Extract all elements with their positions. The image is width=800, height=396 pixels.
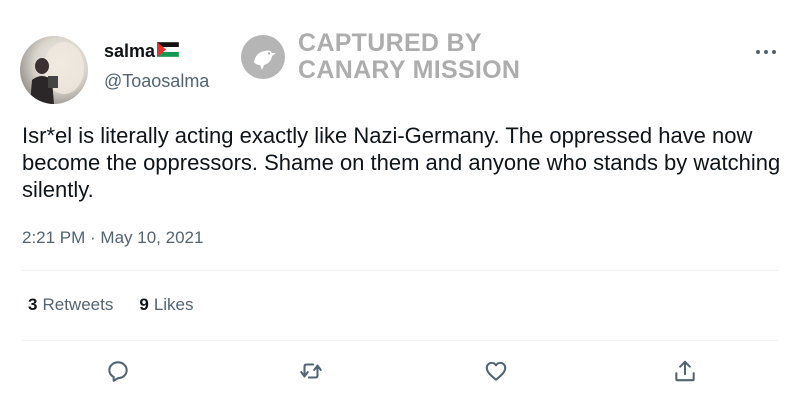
watermark-line-1: CAPTURED BY: [298, 29, 482, 57]
user-handle[interactable]: @Toaosalma: [104, 70, 209, 92]
divider: [22, 340, 778, 341]
retweets-stat[interactable]: 3 Retweets: [28, 295, 113, 315]
display-name-row[interactable]: salma: [104, 40, 209, 62]
tweet-text: Isr*el is literally acting exactly like …: [22, 123, 781, 202]
canary-mission-watermark: CAPTURED BY CANARY MISSION: [240, 30, 520, 84]
share-icon: [675, 360, 695, 382]
like-button[interactable]: [483, 358, 509, 384]
heart-icon: [485, 361, 507, 381]
engagement-stats: 3 Retweets 9 Likes: [28, 295, 194, 315]
likes-count: 9: [139, 295, 149, 314]
retweet-icon: [300, 363, 322, 379]
tweet-card: salma @Toaosalma CAPTURED BY CANARY MISS…: [0, 0, 800, 396]
share-button[interactable]: [672, 358, 698, 384]
retweets-count: 3: [28, 295, 38, 314]
reply-icon: [108, 361, 128, 382]
more-options-button[interactable]: [754, 44, 778, 60]
watermark-line-2: CANARY MISSION: [298, 56, 521, 84]
more-icon: [756, 50, 776, 54]
likes-stat[interactable]: 9 Likes: [139, 295, 193, 315]
divider: [22, 270, 778, 271]
display-name[interactable]: salma: [104, 40, 155, 62]
avatar[interactable]: [20, 36, 88, 104]
tweet-timestamp[interactable]: 2:21 PM · May 10, 2021: [22, 228, 203, 248]
canary-logo-icon: [241, 35, 285, 79]
retweet-button[interactable]: [298, 358, 324, 384]
reply-button[interactable]: [105, 358, 131, 384]
palestine-flag-icon: [156, 40, 180, 62]
likes-label: Likes: [153, 295, 194, 314]
retweets-label: Retweets: [42, 295, 114, 314]
